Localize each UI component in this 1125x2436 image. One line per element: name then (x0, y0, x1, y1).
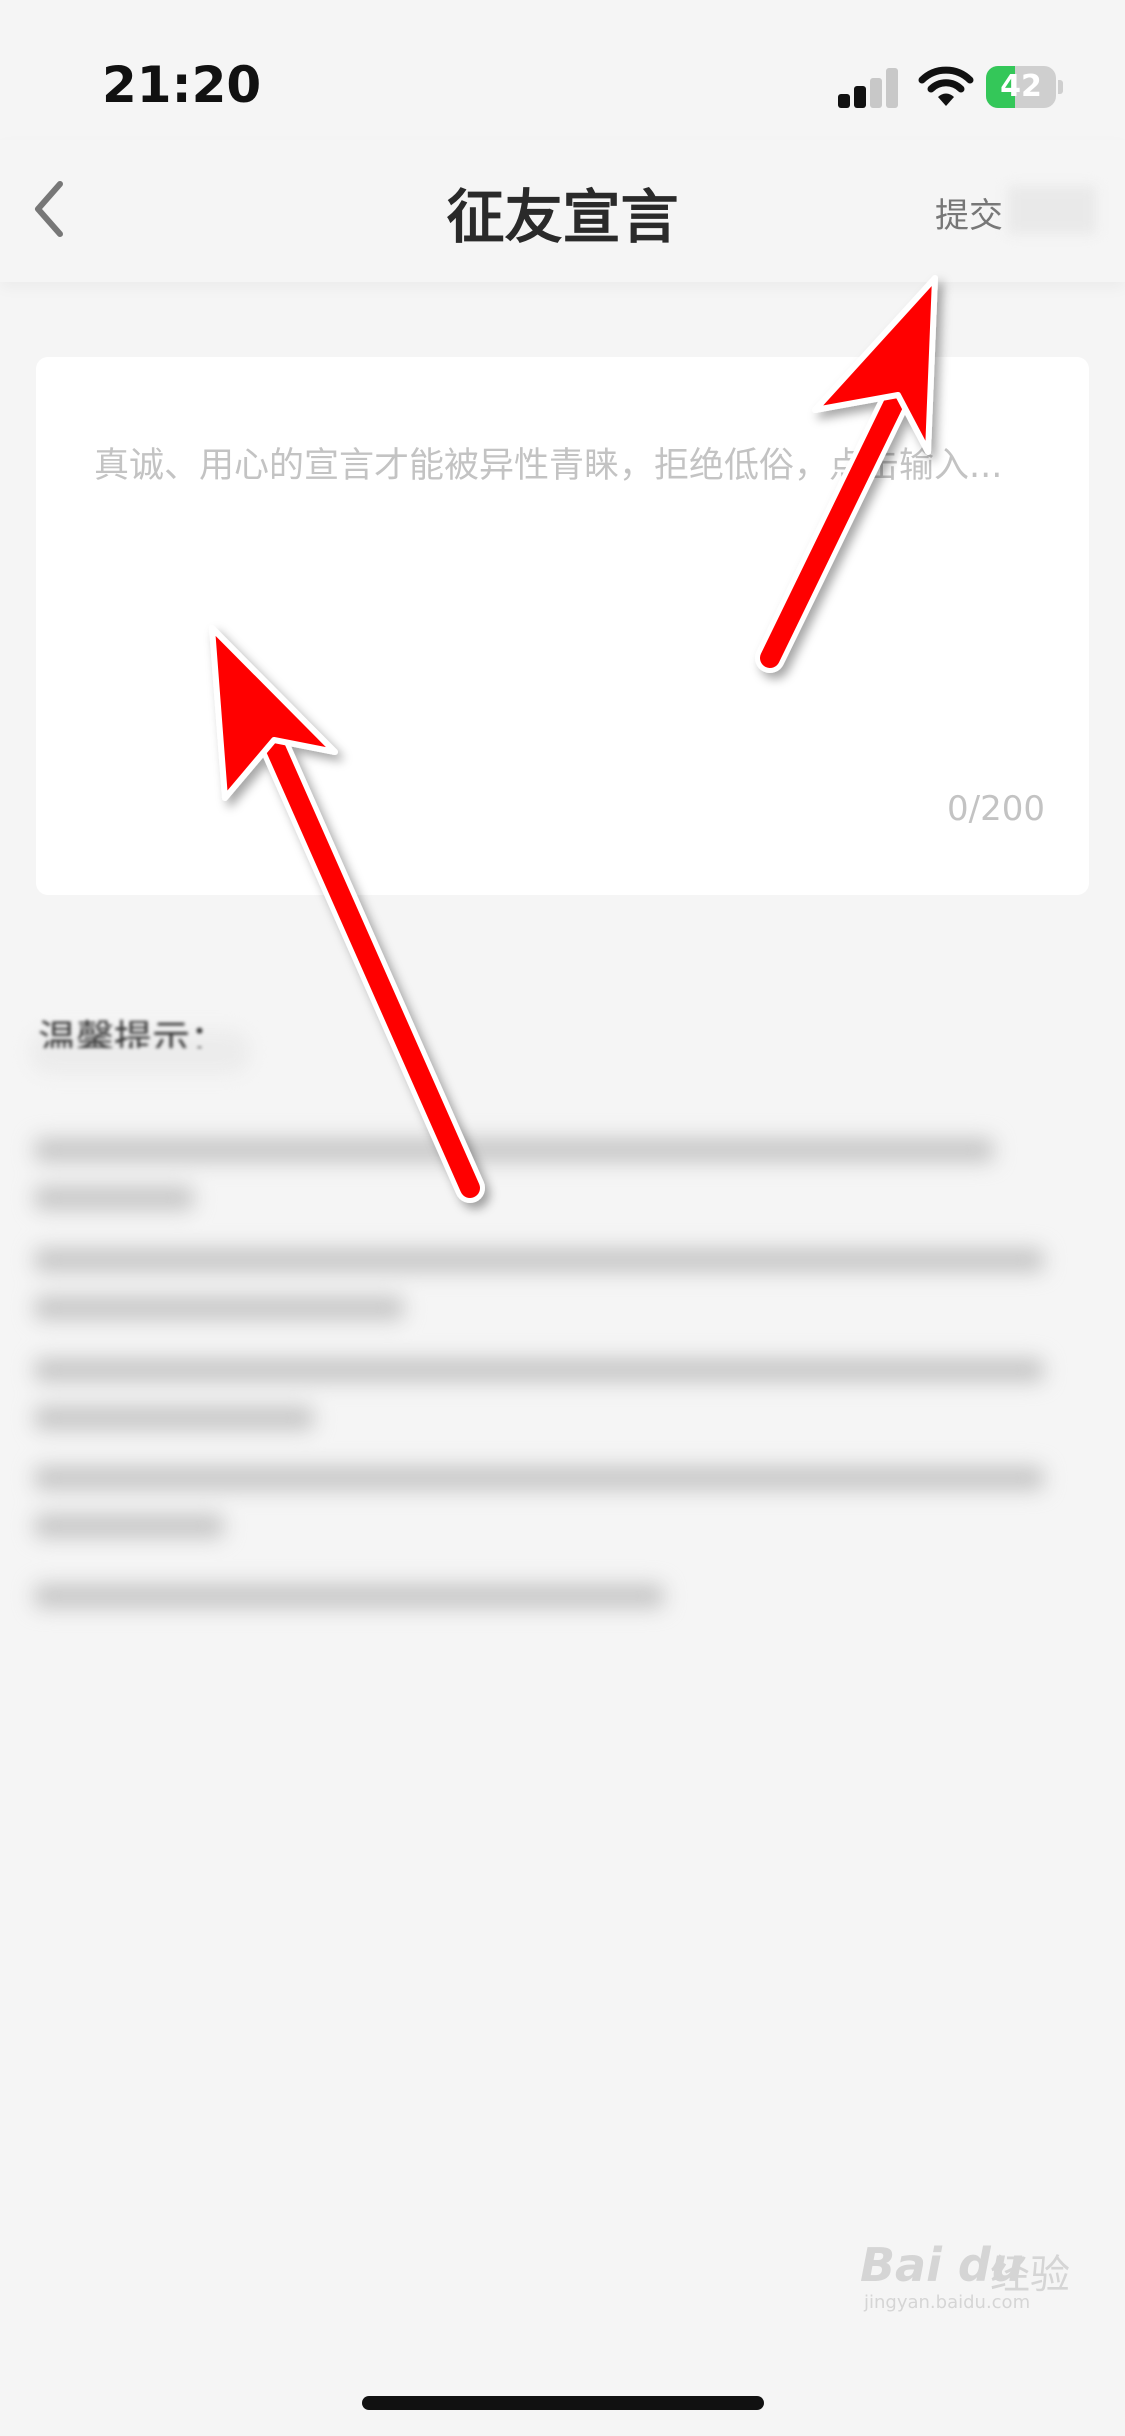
watermark-url: jingyan.baidu.com (864, 2292, 1031, 2313)
baidu-jingyan-watermark: Bai du 经验 jingyan.baidu.com (860, 2238, 1100, 2318)
declaration-card: 0/200 (36, 357, 1089, 895)
submit-button-blurred-area (1008, 186, 1096, 234)
home-indicator (362, 2396, 764, 2410)
status-time: 21:20 (102, 56, 262, 114)
tips-title: 温馨提示： (38, 1017, 229, 1048)
battery-charging-icon: 42 (986, 66, 1064, 108)
char-counter: 0/200 (947, 789, 1045, 829)
status-bar: 21:20 42 (0, 0, 1125, 140)
submit-button[interactable]: 提交 (935, 188, 1003, 237)
declaration-input[interactable] (94, 435, 1054, 755)
battery-level-label: 42 (1000, 69, 1042, 104)
tips-content-blurred (34, 1120, 1064, 1620)
cellular-signal-icon (838, 68, 900, 108)
wifi-icon (918, 66, 974, 106)
nav-bar: 征友宣言 提交 (0, 140, 1125, 282)
